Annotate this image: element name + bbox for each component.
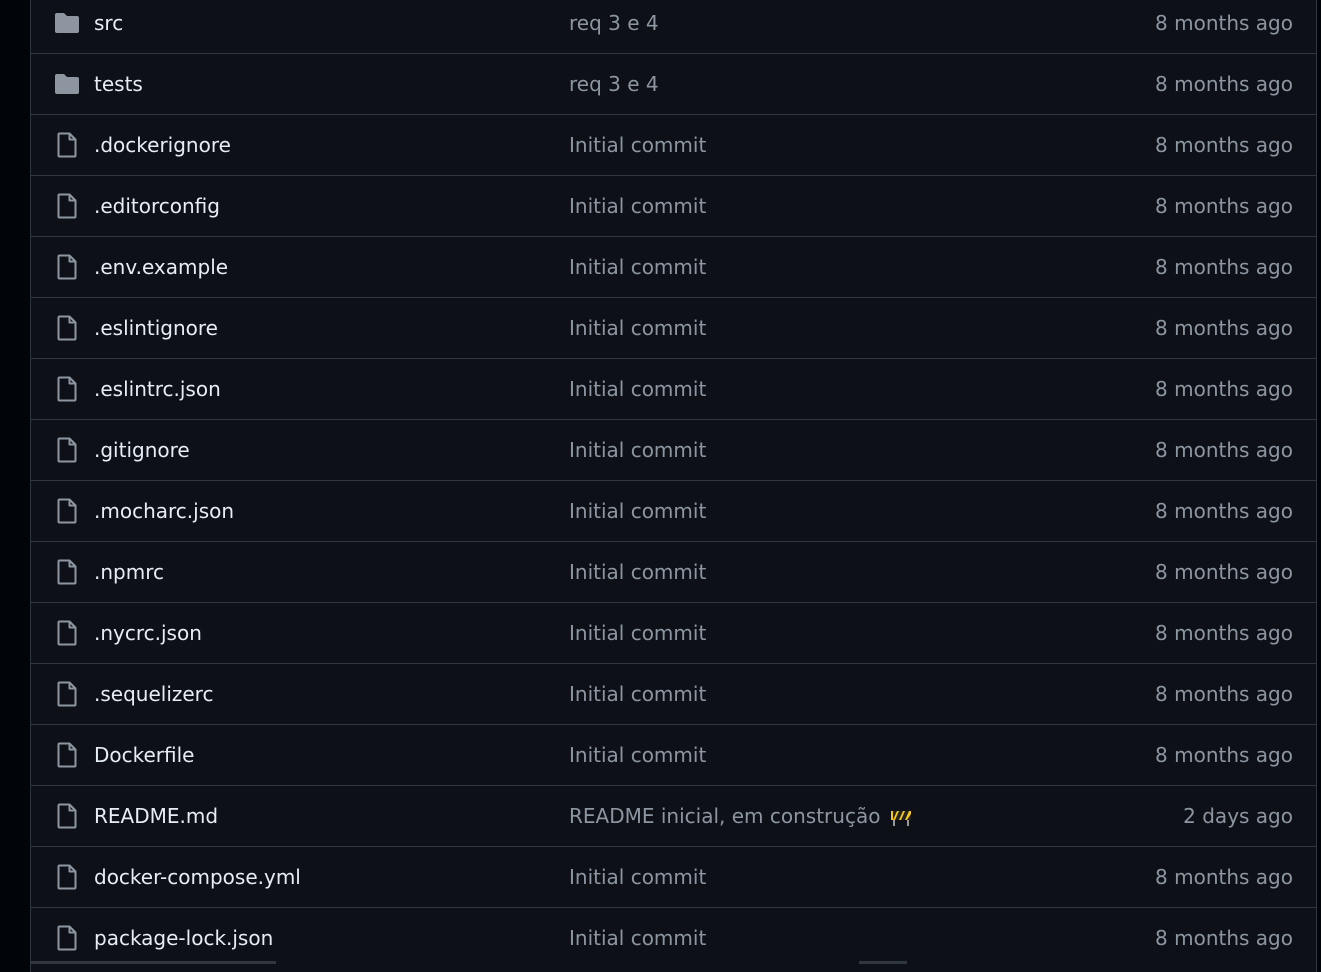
file-name-link[interactable]: .eslintrc.json <box>94 377 221 401</box>
commit-message-text: Initial commit <box>569 255 706 279</box>
table-row[interactable]: .gitignore Initial commit 8 months ago <box>31 419 1316 480</box>
commit-message-text: Initial commit <box>569 316 706 340</box>
file-name-link[interactable]: .gitignore <box>94 438 190 462</box>
file-name-link[interactable]: .nycrc.json <box>94 621 202 645</box>
commit-age: 8 months ago <box>1155 499 1293 523</box>
commit-message-link[interactable]: Initial commit <box>569 621 706 645</box>
commit-age: 8 months ago <box>1155 316 1293 340</box>
commit-message-text: Initial commit <box>569 682 706 706</box>
table-row[interactable]: README.md README inicial, em construção 2 … <box>31 785 1316 846</box>
commit-message-text: req 3 e 4 <box>569 72 659 96</box>
commit-message-link[interactable]: Initial commit <box>569 682 706 706</box>
file-name-link[interactable]: .eslintignore <box>94 316 218 340</box>
commit-message-link[interactable]: Initial commit <box>569 743 706 767</box>
file-icon <box>53 680 81 708</box>
commit-message-text: Initial commit <box>569 194 706 218</box>
file-icon <box>53 375 81 403</box>
commit-age: 8 months ago <box>1155 255 1293 279</box>
file-name-link[interactable]: .env.example <box>94 255 228 279</box>
commit-age: 2 days ago <box>1183 804 1293 828</box>
folder-icon <box>53 9 81 37</box>
commit-age: 8 months ago <box>1155 560 1293 584</box>
commit-age: 8 months ago <box>1155 865 1293 889</box>
commit-age: 8 months ago <box>1155 377 1293 401</box>
commit-message-link[interactable]: Initial commit <box>569 133 706 157</box>
file-icon <box>53 558 81 586</box>
table-row[interactable]: .eslintignore Initial commit 8 months ago <box>31 297 1316 358</box>
file-list: src req 3 e 4 8 months ago tests req 3 e 4 8 … <box>30 0 1317 972</box>
table-row[interactable]: .mocharc.json Initial commit 8 months ago <box>31 480 1316 541</box>
table-row[interactable]: .npmrc Initial commit 8 months ago <box>31 541 1316 602</box>
file-name-link[interactable]: tests <box>94 72 143 96</box>
commit-message-link[interactable]: Initial commit <box>569 865 706 889</box>
commit-message-link[interactable]: Initial commit <box>569 194 706 218</box>
file-name-link[interactable]: README.md <box>94 804 218 828</box>
commit-age: 8 months ago <box>1155 438 1293 462</box>
file-name-link[interactable]: Dockerfile <box>94 743 195 767</box>
table-row[interactable]: docker-compose.yml Initial commit 8 months… <box>31 846 1316 907</box>
table-row[interactable]: Dockerfile Initial commit 8 months ago <box>31 724 1316 785</box>
file-name-link[interactable]: docker-compose.yml <box>94 865 301 889</box>
commit-message-link[interactable]: Initial commit <box>569 560 706 584</box>
commit-message-link[interactable]: req 3 e 4 <box>569 11 659 35</box>
commit-age: 8 months ago <box>1155 743 1293 767</box>
commit-age: 8 months ago <box>1155 72 1293 96</box>
commit-message-text: Initial commit <box>569 743 706 767</box>
commit-message-text: Initial commit <box>569 438 706 462</box>
commit-message-link[interactable]: Initial commit <box>569 377 706 401</box>
commit-message-link[interactable]: Initial commit <box>569 316 706 340</box>
commit-message-link[interactable]: Initial commit <box>569 926 706 950</box>
table-row[interactable]: .env.example Initial commit 8 months ago <box>31 236 1316 297</box>
commit-message-link[interactable]: req 3 e 4 <box>569 72 659 96</box>
table-row[interactable]: .dockerignore Initial commit 8 months ago <box>31 114 1316 175</box>
folder-icon <box>53 70 81 98</box>
file-name-link[interactable]: package-lock.json <box>94 926 273 950</box>
file-name-link[interactable]: .npmrc <box>94 560 164 584</box>
file-name-link[interactable]: .editorconfig <box>94 194 220 218</box>
commit-message-text: req 3 e 4 <box>569 11 659 35</box>
table-row[interactable]: .nycrc.json Initial commit 8 months ago <box>31 602 1316 663</box>
commit-age: 8 months ago <box>1155 11 1293 35</box>
file-icon <box>53 924 81 952</box>
commit-age: 8 months ago <box>1155 133 1293 157</box>
file-icon <box>53 802 81 830</box>
file-name-link[interactable]: src <box>94 11 123 35</box>
table-row[interactable]: .eslintrc.json Initial commit 8 months ago <box>31 358 1316 419</box>
file-icon <box>53 314 81 342</box>
file-icon <box>53 741 81 769</box>
commit-age: 8 months ago <box>1155 926 1293 950</box>
commit-message-text: Initial commit <box>569 499 706 523</box>
table-row[interactable]: src req 3 e 4 8 months ago <box>31 0 1316 53</box>
file-icon <box>53 131 81 159</box>
commit-message-link[interactable]: Initial commit <box>569 255 706 279</box>
table-row[interactable]: .editorconfig Initial commit 8 months ago <box>31 175 1316 236</box>
commit-message-link[interactable]: Initial commit <box>569 438 706 462</box>
commit-age: 8 months ago <box>1155 621 1293 645</box>
file-icon <box>53 436 81 464</box>
commit-message-text: README inicial, em construção <box>569 804 880 828</box>
commit-message-text: Initial commit <box>569 926 706 950</box>
file-name-link[interactable]: .mocharc.json <box>94 499 234 523</box>
table-row[interactable]: .sequelizerc Initial commit 8 months ago <box>31 663 1316 724</box>
construction-icon <box>890 807 912 825</box>
file-name-link[interactable]: .dockerignore <box>94 133 231 157</box>
commit-message-link[interactable]: README inicial, em construção <box>569 804 912 828</box>
commit-message-text: Initial commit <box>569 560 706 584</box>
file-icon <box>53 619 81 647</box>
commit-message-text: Initial commit <box>569 865 706 889</box>
table-row[interactable]: tests req 3 e 4 8 months ago <box>31 53 1316 114</box>
commit-age: 8 months ago <box>1155 194 1293 218</box>
file-icon <box>53 497 81 525</box>
file-icon <box>53 192 81 220</box>
commit-message-text: Initial commit <box>569 621 706 645</box>
commit-message-link[interactable]: Initial commit <box>569 499 706 523</box>
file-icon <box>53 253 81 281</box>
commit-message-text: Initial commit <box>569 377 706 401</box>
commit-age: 8 months ago <box>1155 682 1293 706</box>
table-row[interactable]: package-lock.json Initial commit 8 months … <box>31 907 1316 968</box>
commit-message-text: Initial commit <box>569 133 706 157</box>
file-icon <box>53 863 81 891</box>
file-name-link[interactable]: .sequelizerc <box>94 682 213 706</box>
